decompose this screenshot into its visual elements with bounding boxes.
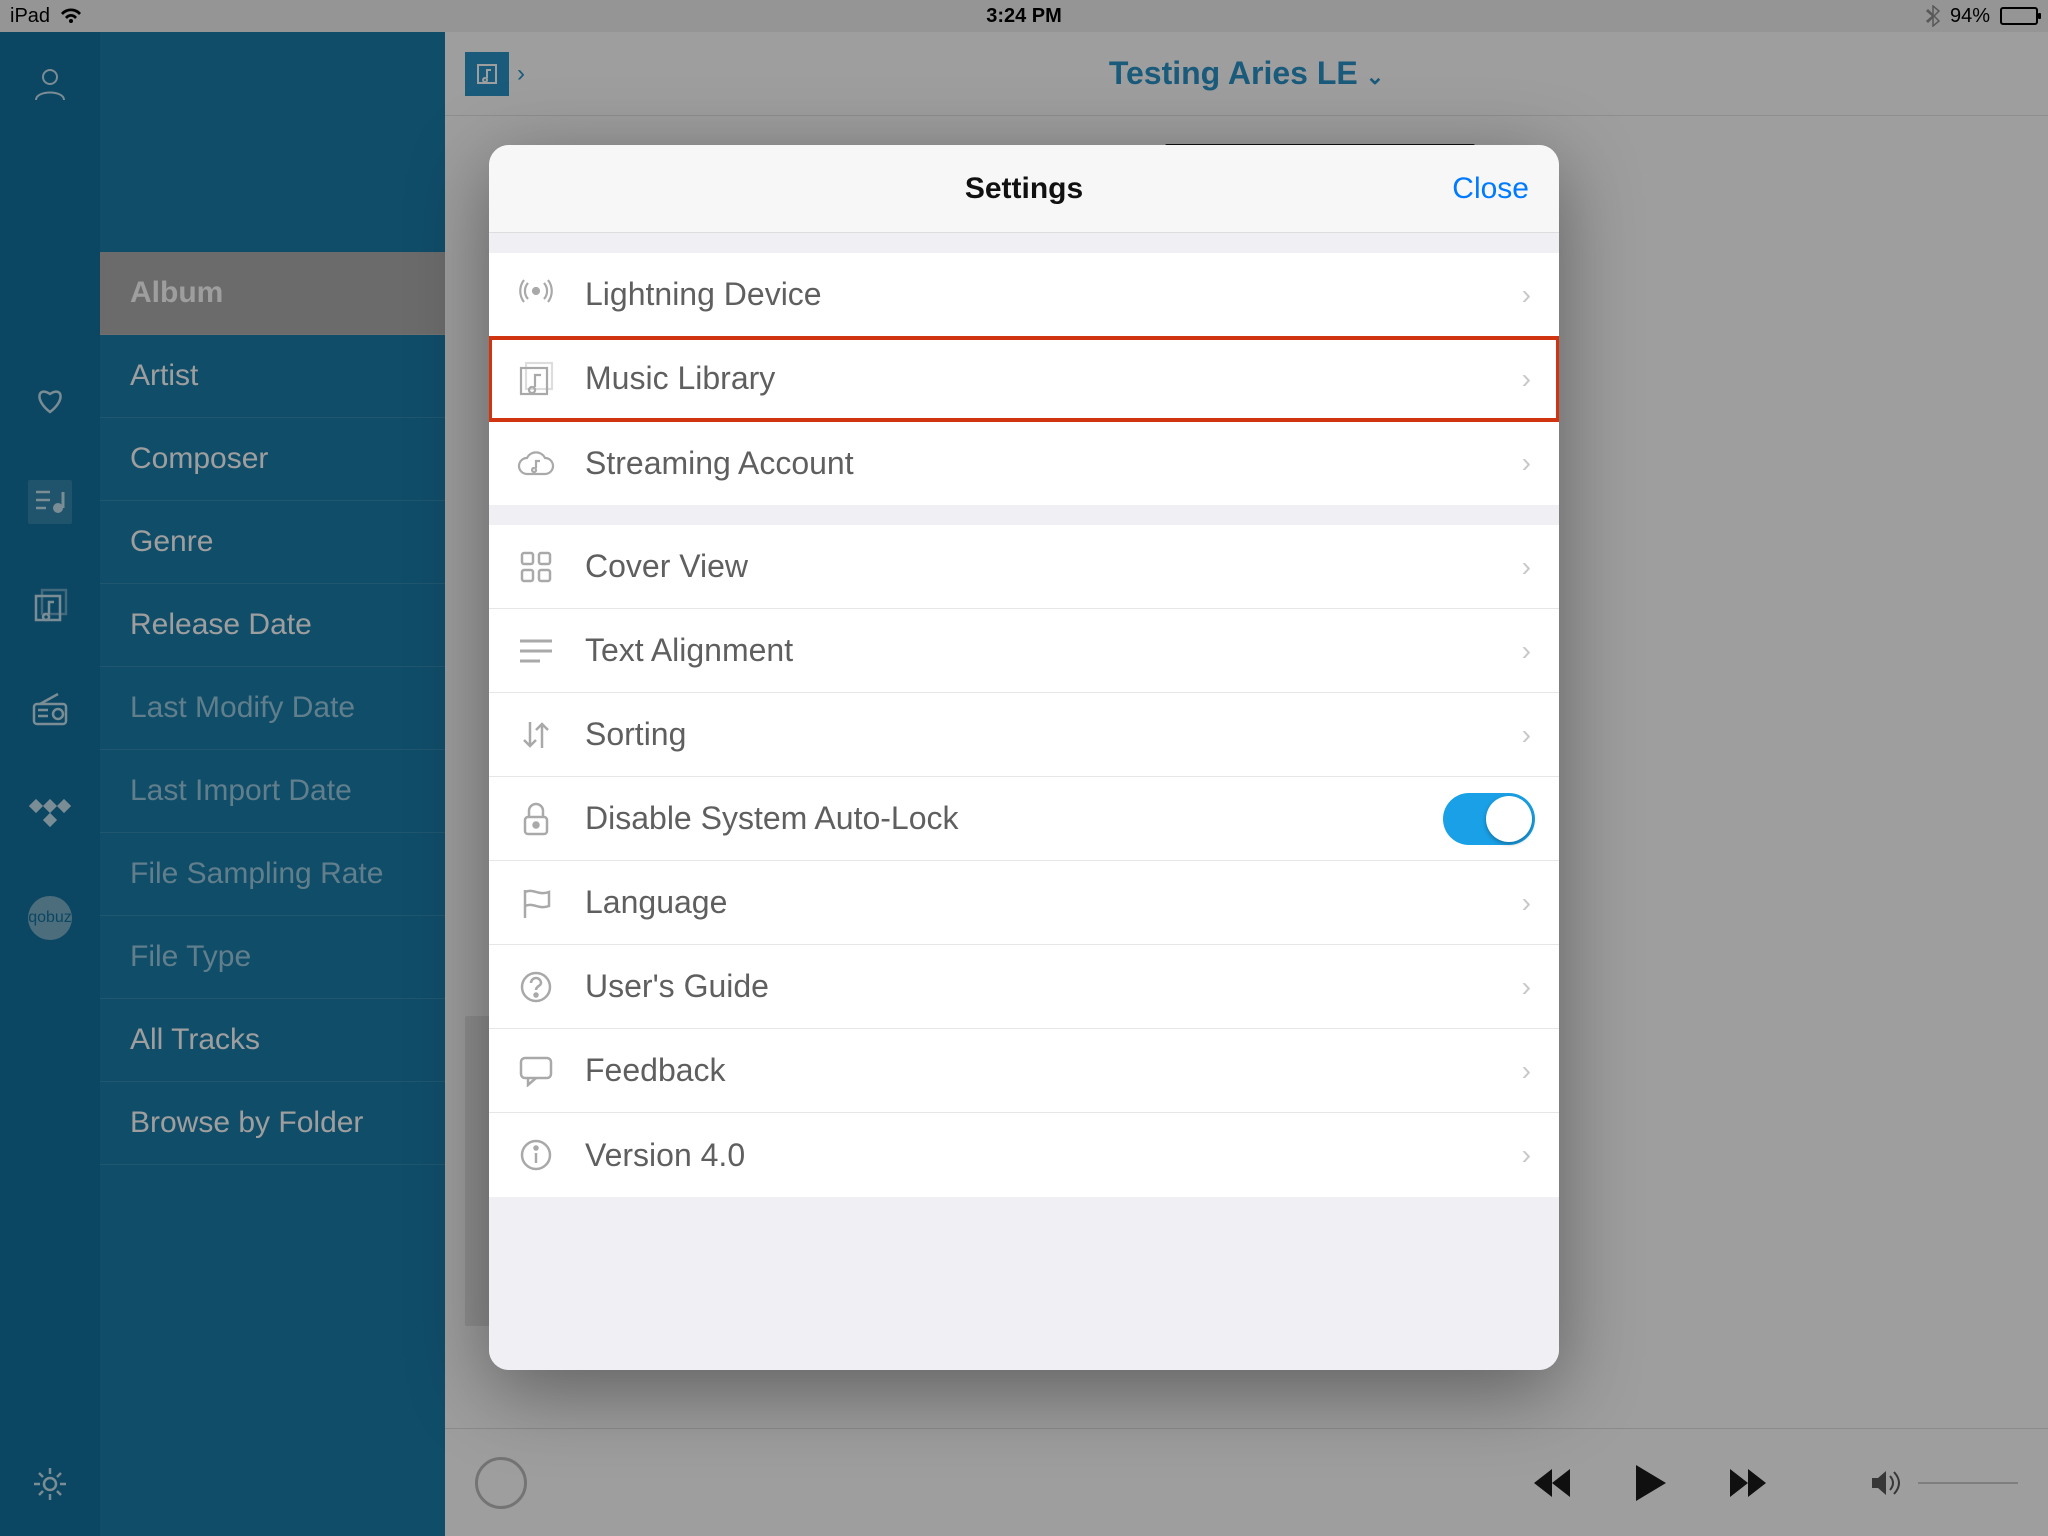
- chevron-right-icon: ›: [1522, 363, 1531, 395]
- chevron-right-icon: ›: [1522, 887, 1531, 919]
- settings-row-version[interactable]: Version 4.0 ›: [489, 1113, 1559, 1197]
- row-label: Streaming Account: [585, 445, 854, 482]
- chevron-right-icon: ›: [1522, 279, 1531, 311]
- modal-title: Settings: [965, 172, 1083, 206]
- modal-header: Settings Close: [489, 145, 1559, 233]
- toggle-switch[interactable]: [1443, 793, 1535, 845]
- settings-modal: Settings Close Lightning Device›Music Li…: [489, 145, 1559, 1370]
- lock-icon: [515, 798, 557, 840]
- settings-row-feedback[interactable]: Feedback ›: [489, 1029, 1559, 1113]
- chevron-right-icon: ›: [1522, 1055, 1531, 1087]
- row-label: Lightning Device: [585, 276, 822, 313]
- row-label: Text Alignment: [585, 632, 793, 669]
- settings-row-cover[interactable]: Cover View ›: [489, 525, 1559, 609]
- cloud-icon: [515, 442, 557, 484]
- grid-icon: [515, 546, 557, 588]
- settings-row-sorting[interactable]: Sorting ›: [489, 693, 1559, 777]
- chevron-right-icon: ›: [1522, 447, 1531, 479]
- settings-row-text-align[interactable]: Text Alignment ›: [489, 609, 1559, 693]
- settings-row-guide[interactable]: User's Guide ›: [489, 945, 1559, 1029]
- row-label: Language: [585, 884, 727, 921]
- settings-row-music-library[interactable]: Music Library ›: [489, 337, 1559, 421]
- info-icon: [515, 1134, 557, 1176]
- flag-icon: [515, 882, 557, 924]
- settings-row-autolock[interactable]: Disable System Auto-Lock: [489, 777, 1559, 861]
- chevron-right-icon: ›: [1522, 1139, 1531, 1171]
- antenna-icon: [515, 274, 557, 316]
- bubble-icon: [515, 1050, 557, 1092]
- help-icon: [515, 966, 557, 1008]
- chevron-right-icon: ›: [1522, 971, 1531, 1003]
- chevron-right-icon: ›: [1522, 719, 1531, 751]
- close-button[interactable]: Close: [1452, 172, 1529, 206]
- row-label: Feedback: [585, 1052, 726, 1089]
- row-label: Music Library: [585, 360, 775, 397]
- settings-row-language[interactable]: Language ›: [489, 861, 1559, 945]
- row-label: Version 4.0: [585, 1137, 745, 1174]
- row-label: Sorting: [585, 716, 686, 753]
- chevron-right-icon: ›: [1522, 635, 1531, 667]
- library-icon: [515, 358, 557, 400]
- settings-row-streaming[interactable]: Streaming Account ›: [489, 421, 1559, 505]
- chevron-right-icon: ›: [1522, 551, 1531, 583]
- row-label: Cover View: [585, 548, 748, 585]
- sort-icon: [515, 714, 557, 756]
- row-label: Disable System Auto-Lock: [585, 800, 959, 837]
- settings-row-lightning[interactable]: Lightning Device ›: [489, 253, 1559, 337]
- align-icon: [515, 630, 557, 672]
- modal-body: Lightning Device›Music Library›Streaming…: [489, 233, 1559, 1370]
- row-label: User's Guide: [585, 968, 769, 1005]
